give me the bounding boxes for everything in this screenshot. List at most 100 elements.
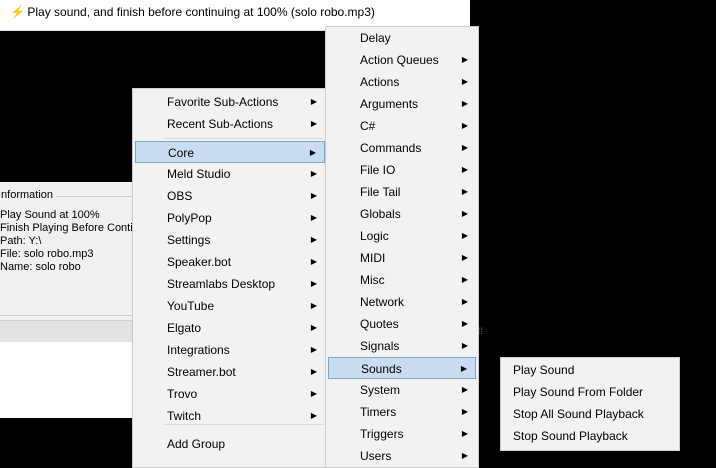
chevron-right-icon: ▶ [310,389,317,398]
core-menu-item-misc[interactable]: Misc ▶ [328,269,476,291]
core-menu-item-c[interactable]: C# ▶ [328,115,476,137]
main-menu-item-label: PolyPop [167,211,212,225]
chevron-right-icon: ▶ [310,323,317,332]
core-menu-item-action-queues[interactable]: Action Queues ▶ [328,49,476,71]
sounds-menu-item-play-sound[interactable]: Play Sound [503,359,677,381]
main-menu-item-label: Speaker.bot [167,255,232,269]
chevron-right-icon: ▶ [310,345,317,354]
main-menu-item-recent-sub-actions[interactable]: Recent Sub-Actions ▶ [135,113,325,135]
chevron-right-icon: ▶ [461,451,468,460]
info-line: Path: Y:\ [0,235,42,247]
main-menu-item-label: Elgato [167,321,202,335]
core-menu-item-globals[interactable]: Globals ▶ [328,203,476,225]
context-menu-core: Delay Action Queues ▶ Actions ▶ Arguments ▶ C# ▶… [325,26,479,468]
main-menu-item-elgato[interactable]: Elgato ▶ [135,317,325,339]
main-menu-item-core[interactable]: Core ▶ [135,141,325,163]
main-menu-item-label: Streamlabs Desktop [167,277,276,291]
chevron-right-icon: ▶ [310,119,317,128]
chevron-right-icon: ▶ [310,279,317,288]
main-menu-item-meld-studio[interactable]: Meld Studio ▶ [135,163,325,185]
core-menu-item-sounds[interactable]: Sounds ▶ [328,357,476,379]
core-menu-item-label: MIDI [360,251,386,265]
core-menu-item-label: Sounds [361,362,402,376]
main-menu-item-streamer-bot[interactable]: Streamer.bot ▶ [135,361,325,383]
main-menu-item-youtube[interactable]: YouTube ▶ [135,295,325,317]
main-menu-item-label: Streamer.bot [167,365,236,379]
chevron-right-icon: ▶ [461,253,468,262]
sounds-menu-item-label: Play Sound From Folder [513,385,644,399]
core-menu-item-commands[interactable]: Commands ▶ [328,137,476,159]
chevron-right-icon: ▶ [461,319,468,328]
core-menu-item-triggers[interactable]: Triggers ▶ [328,423,476,445]
core-menu-item-network[interactable]: Network ▶ [328,291,476,313]
main-menu-item-label: Add Group [167,437,226,451]
chevron-right-icon: ▶ [310,235,317,244]
core-menu-item-label: Delay [360,31,391,45]
main-menu-item-streamlabs-desktop[interactable]: Streamlabs Desktop ▶ [135,273,325,295]
core-menu-item-label: Users [360,449,392,463]
core-menu-item-file-io[interactable]: File IO ▶ [328,159,476,181]
information-group: Information Play Sound at 100% Finish Pl… [0,189,149,316]
core-menu-item-arguments[interactable]: Arguments ▶ [328,93,476,115]
core-menu-item-users[interactable]: Users ▶ [328,445,476,467]
main-menu-item-label: Core [168,146,195,160]
chevron-right-icon: ▶ [461,143,468,152]
context-menu-main: Favorite Sub-Actions ▶ Recent Sub-Actions ▶… [132,88,328,468]
chevron-right-icon: ▶ [460,364,467,373]
chevron-right-icon: ▶ [310,191,317,200]
sounds-menu-item-stop-all-sound-playback[interactable]: Stop All Sound Playback [503,403,677,425]
information-title: Information [0,189,57,201]
chevron-right-icon: ▶ [461,341,468,350]
chevron-right-icon: ▶ [461,99,468,108]
core-menu-item-label: Logic [360,229,389,243]
chevron-right-icon: ▶ [461,275,468,284]
chevron-right-icon: ▶ [461,121,468,130]
info-line: Play Sound at 100% [0,209,100,221]
sounds-menu-item-play-sound-from-folder[interactable]: Play Sound From Folder [503,381,677,403]
core-menu-item-timers[interactable]: Timers ▶ [328,401,476,423]
core-menu-item-label: File Tail [360,185,401,199]
info-line: Finish Playing Before Continu [0,222,145,234]
core-menu-item-label: Network [360,295,405,309]
main-menu-item-polypop[interactable]: PolyPop ▶ [135,207,325,229]
sub-action-row[interactable]: ⚡ Play sound, and finish before continui… [10,3,375,21]
core-menu-item-quotes[interactable]: Quotes ▶ [328,313,476,335]
chevron-right-icon: ▶ [461,187,468,196]
main-menu-item-label: Meld Studio [167,167,231,181]
info-line: Name: solo robo [0,261,81,273]
main-menu-item-label: OBS [167,189,193,203]
main-menu-item-settings[interactable]: Settings ▶ [135,229,325,251]
resize-grip-icon[interactable]: ⁞⁞ [478,327,486,340]
sounds-menu-item-label: Play Sound [513,363,575,377]
core-menu-item-midi[interactable]: MIDI ▶ [328,247,476,269]
core-menu-item-logic[interactable]: Logic ▶ [328,225,476,247]
main-menu-item-integrations[interactable]: Integrations ▶ [135,339,325,361]
chevron-right-icon: ▶ [461,55,468,64]
main-menu-item-label: Recent Sub-Actions [167,117,274,131]
sounds-menu-item-stop-sound-playback[interactable]: Stop Sound Playback [503,425,677,447]
core-menu-item-label: Commands [360,141,422,155]
core-menu-item-delay[interactable]: Delay [328,27,476,49]
chevron-right-icon: ▶ [461,297,468,306]
core-menu-item-label: Globals [360,207,401,221]
core-menu-item-file-tail[interactable]: File Tail ▶ [328,181,476,203]
main-menu-item-obs[interactable]: OBS ▶ [135,185,325,207]
chevron-right-icon: ▶ [461,165,468,174]
main-menu-item-add-group[interactable]: Add Group [135,433,325,455]
core-menu-item-signals[interactable]: Signals ▶ [328,335,476,357]
chevron-right-icon: ▶ [461,231,468,240]
chevron-right-icon: ▶ [461,407,468,416]
core-menu-item-actions[interactable]: Actions ▶ [328,71,476,93]
menu-separator [165,138,323,139]
chevron-right-icon: ▶ [461,209,468,218]
core-menu-item-label: File IO [360,163,396,177]
main-menu-item-favorite-sub-actions[interactable]: Favorite Sub-Actions ▶ [135,91,325,113]
chevron-right-icon: ▶ [461,77,468,86]
information-lines: Play Sound at 100% Finish Playing Before… [0,209,145,274]
main-menu-item-speaker-bot[interactable]: Speaker.bot ▶ [135,251,325,273]
main-menu-item-trovo[interactable]: Trovo ▶ [135,383,325,405]
chevron-right-icon: ▶ [309,148,316,157]
main-menu-item-label: Integrations [167,343,230,357]
main-menu-item-label: Trovo [167,387,198,401]
core-menu-item-system[interactable]: System ▶ [328,379,476,401]
